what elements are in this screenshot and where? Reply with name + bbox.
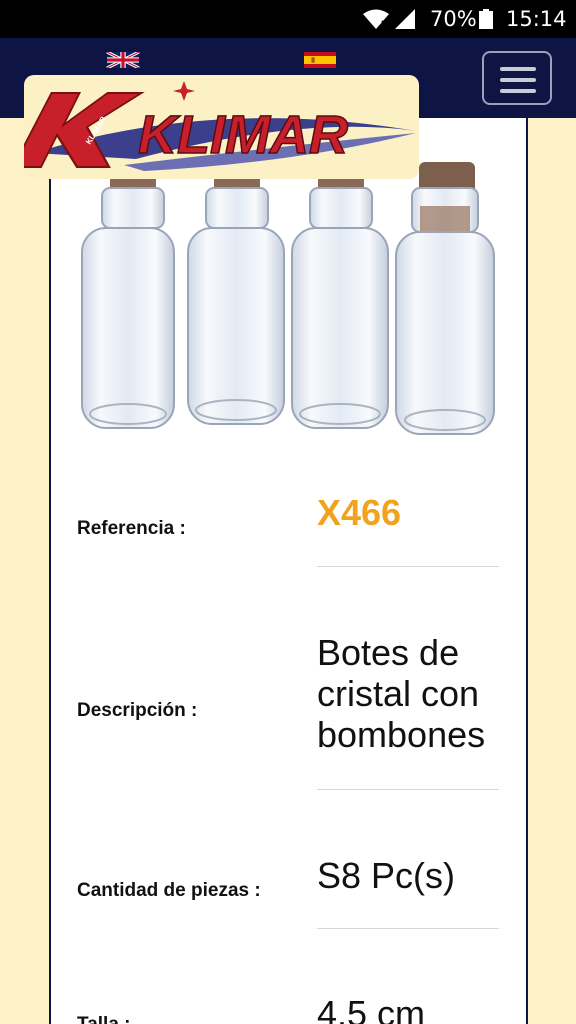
clock: 15:14 (506, 7, 567, 31)
quantity-label: Cantidad de piezas : (77, 880, 261, 901)
description-line: bombones (317, 714, 486, 755)
battery-percent: 70% (430, 7, 477, 31)
hamburger-bar (500, 89, 536, 93)
battery-icon (479, 9, 493, 29)
product-image (81, 162, 495, 435)
wifi-icon (363, 9, 390, 29)
description-label: Descripción : (77, 700, 198, 721)
size-label: Talla : (77, 1014, 131, 1024)
spain-flag-icon[interactable] (293, 52, 347, 68)
hamburger-bar (500, 78, 536, 82)
site-logo[interactable]: KLIMAR KLIMAR (24, 75, 419, 179)
bottle (187, 168, 285, 425)
status-bar: 70% 15:14 (0, 0, 576, 38)
bottle (395, 162, 495, 435)
reference-value: X466 (317, 492, 402, 533)
reference-label: Referencia : (77, 518, 186, 539)
divider (317, 789, 499, 790)
svg-text:KLIMAR: KLIMAR (138, 105, 348, 165)
quantity-value: S8 Pc(s) (317, 855, 456, 896)
hamburger-bar (500, 67, 536, 71)
bottle (81, 168, 175, 429)
description-line: Botes de (317, 632, 460, 673)
menu-button[interactable] (482, 51, 552, 105)
klimar-logo: KLIMAR KLIMAR (24, 81, 416, 171)
description-line: cristal con (317, 673, 480, 714)
size-value: 4.5 cm (317, 993, 426, 1024)
uk-flag-icon[interactable] (96, 52, 150, 68)
divider (317, 566, 499, 567)
bottle (291, 170, 389, 429)
divider (317, 928, 499, 929)
signal-icon (395, 9, 415, 29)
description-value: Botes de cristal con bombones (317, 632, 485, 755)
